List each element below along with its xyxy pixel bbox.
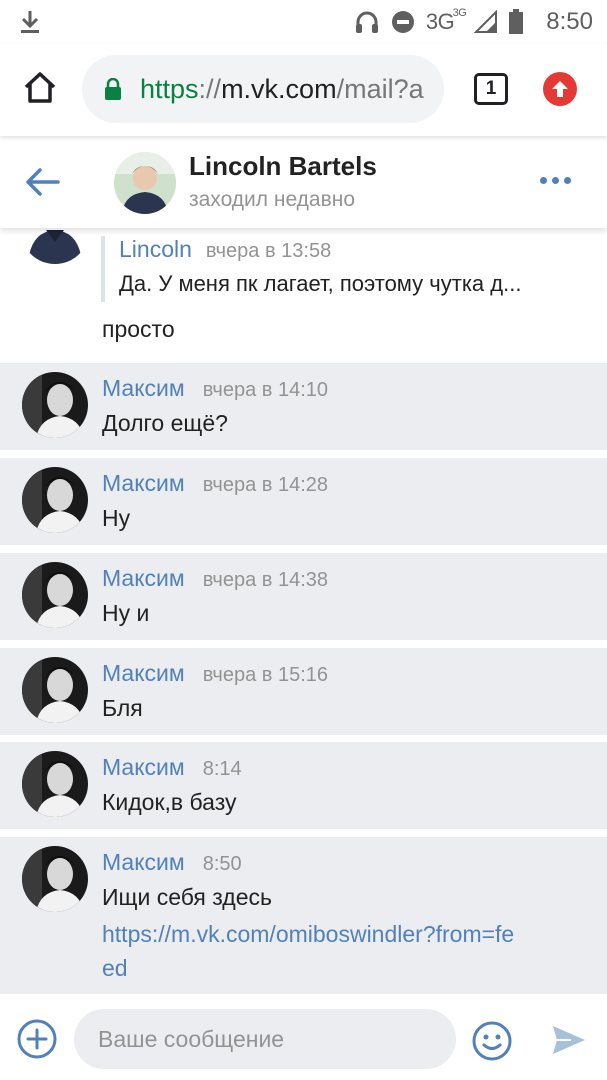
- author-name[interactable]: Максим: [102, 660, 185, 686]
- list-item: Максим 8:14 Кидок,в базу: [0, 742, 607, 829]
- message-author[interactable]: Максим 8:50: [102, 849, 242, 876]
- avatar[interactable]: [22, 228, 88, 264]
- message-text: Кидок,в базу: [102, 789, 237, 815]
- message-composer: [0, 994, 607, 1080]
- emoji-icon[interactable]: [471, 1020, 513, 1062]
- quoted-text: Да. У меня пк лагает, поэтому чутка д...: [119, 271, 522, 296]
- message-time: вчера в 14:10: [202, 379, 329, 401]
- message-list[interactable]: Lincoln вчера в 13:58 Да. У меня пк лагае…: [0, 228, 607, 994]
- message-link[interactable]: https://m.vk.com/omiboswindler?from=feed: [102, 917, 522, 985]
- list-item: Максим вчера в 14:10 Долго ещё?: [0, 363, 607, 450]
- message-author[interactable]: Максим 8:14: [102, 754, 242, 781]
- list-item: Максим вчера в 14:28 Ну: [0, 458, 607, 545]
- tabs-icon[interactable]: 1: [474, 73, 508, 105]
- avatar[interactable]: [22, 657, 88, 723]
- author-name[interactable]: Максим: [102, 849, 185, 875]
- more-icon[interactable]: [540, 172, 578, 188]
- message-time: 8:50: [202, 853, 242, 875]
- status-icons: 3G 3G 8:50: [354, 6, 593, 38]
- send-icon[interactable]: [549, 1020, 589, 1060]
- download-icon: [21, 11, 39, 33]
- quoted-message[interactable]: Lincoln вчера в 13:58 Да. У меня пк лагае…: [101, 236, 591, 302]
- signal-icon: [474, 10, 498, 33]
- message-text: Долго ещё?: [102, 410, 228, 436]
- message-time: вчера в 14:38: [202, 569, 329, 591]
- add-icon[interactable]: [16, 1018, 58, 1060]
- list-item: Lincoln вчера в 13:58 Да. У меня пк лагае…: [0, 228, 607, 363]
- address-bar[interactable]: https://m.vk.com/mail?a: [82, 55, 444, 123]
- avatar[interactable]: [22, 846, 88, 912]
- network-type: 3G 3G: [425, 7, 467, 34]
- avatar[interactable]: [114, 152, 176, 214]
- avatar[interactable]: [22, 562, 88, 628]
- tabs-count: 1: [485, 78, 497, 99]
- url-text: https://m.vk.com/mail?a: [140, 73, 424, 104]
- message-text: Ну: [102, 505, 131, 531]
- author-name[interactable]: Максим: [102, 565, 185, 591]
- home-icon[interactable]: [22, 70, 58, 106]
- list-item: Максим вчера в 14:38 Ну и: [0, 553, 607, 640]
- chat-title: Lincoln Bartels: [189, 151, 377, 181]
- back-arrow-icon[interactable]: [24, 166, 60, 198]
- message-text: просто: [102, 316, 175, 342]
- message-author[interactable]: Максим вчера в 14:28: [102, 470, 328, 497]
- avatar[interactable]: [22, 467, 88, 533]
- author-name[interactable]: Максим: [102, 470, 185, 496]
- message-text: Ну и: [102, 600, 150, 626]
- message-text: Бля: [102, 695, 143, 721]
- arrow-up-icon: [552, 81, 568, 97]
- lock-icon: [105, 78, 121, 100]
- message-time: вчера в 14:28: [202, 474, 329, 496]
- quoted-author[interactable]: Lincoln: [119, 236, 192, 262]
- clock: 8:50: [546, 8, 593, 35]
- battery-icon: [509, 9, 524, 34]
- message-text: Ищи себя здесь: [102, 884, 272, 910]
- list-item: Максим 8:50 Ищи себя здесь https://m.vk.c…: [0, 837, 607, 994]
- message-time: вчера в 15:16: [202, 664, 329, 686]
- message-time: 8:14: [202, 758, 242, 780]
- message-input[interactable]: [74, 1009, 456, 1069]
- message-author[interactable]: Максим вчера в 14:38: [102, 565, 328, 592]
- status-bar: 3G 3G 8:50: [0, 0, 607, 44]
- message-author[interactable]: Максим вчера в 15:16: [102, 660, 328, 687]
- chat-status: заходил недавно: [189, 188, 356, 211]
- quoted-time: вчера в 13:58: [205, 240, 332, 262]
- list-item: Максим вчера в 15:16 Бля: [0, 648, 607, 735]
- update-icon[interactable]: [543, 72, 577, 106]
- chat-header: Lincoln Bartels заходил недавно: [0, 136, 607, 228]
- message-author[interactable]: Максим вчера в 14:10: [102, 375, 328, 402]
- do-not-disturb-icon: [391, 11, 414, 33]
- avatar[interactable]: [22, 751, 88, 817]
- browser-toolbar: https://m.vk.com/mail?a 1: [0, 44, 607, 136]
- avatar[interactable]: [22, 372, 88, 438]
- author-name[interactable]: Максим: [102, 375, 185, 401]
- headset-icon: [355, 11, 378, 33]
- author-name[interactable]: Максим: [102, 754, 185, 780]
